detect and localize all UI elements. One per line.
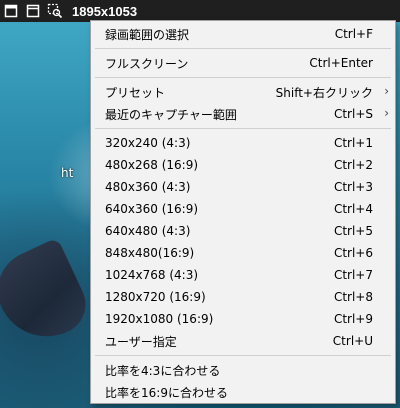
menu-item-shortcut: Ctrl+F: [334, 27, 373, 41]
menu-item-label: 1024x768 (4:3): [105, 268, 199, 282]
menu-item-label: フルスクリーン: [105, 56, 189, 71]
menu-item-label: 録画範囲の選択: [105, 27, 190, 42]
menu-item-label: 480x360 (4:3): [105, 180, 191, 194]
chevron-right-icon: ›: [384, 106, 389, 120]
menu-item-label: 640x480 (4:3): [105, 224, 191, 238]
menu-item-size-1280x720[interactable]: 1280x720 (16:9) Ctrl+8: [91, 286, 395, 308]
menu-item-size-480x268[interactable]: 480x268 (16:9) Ctrl+2: [91, 154, 395, 176]
menu-item-label: 320x240 (4:3): [105, 136, 191, 150]
menu-item-shortcut: Ctrl+Enter: [309, 56, 373, 70]
capture-area-menu: 録画範囲の選択 Ctrl+F フルスクリーン Ctrl+Enter プリセット …: [90, 20, 396, 404]
chevron-right-icon: ›: [384, 84, 389, 98]
menu-item-recent-areas[interactable]: 最近のキャプチャー範囲 Ctrl+S ›: [91, 103, 395, 125]
menu-item-label: 1280x720 (16:9): [105, 290, 206, 304]
menu-separator: [95, 48, 391, 49]
menu-item-shortcut: Ctrl+4: [333, 202, 373, 216]
menu-separator: [95, 77, 391, 78]
menu-item-shortcut: Ctrl+6: [333, 246, 373, 260]
menu-item-shortcut: Ctrl+9: [333, 312, 373, 326]
menu-item-label: 640x360 (16:9): [105, 202, 199, 216]
menu-separator: [95, 355, 391, 356]
menu-item-custom-size[interactable]: ユーザー指定 Ctrl+U: [91, 330, 395, 352]
menu-item-label: プリセット: [105, 85, 166, 100]
menu-item-label: 比率を4:3に合わせる: [105, 363, 221, 378]
menu-item-presets[interactable]: プリセット Shift+右クリック ›: [91, 81, 395, 103]
menu-item-shortcut: Shift+右クリック: [275, 85, 373, 100]
menu-item-fullscreen[interactable]: フルスクリーン Ctrl+Enter: [91, 52, 395, 74]
menu-item-size-480x360[interactable]: 480x360 (4:3) Ctrl+3: [91, 176, 395, 198]
menu-item-size-848x480[interactable]: 848x480(16:9) Ctrl+6: [91, 242, 395, 264]
menu-item-size-640x480[interactable]: 640x480 (4:3) Ctrl+5: [91, 220, 395, 242]
menu-item-fit-4-3[interactable]: 比率を4:3に合わせる: [91, 359, 395, 381]
capture-size-title: 1895x1053: [72, 3, 138, 19]
menu-item-fit-16-9[interactable]: 比率を16:9に合わせる: [91, 381, 395, 403]
background-partial-text: ht: [61, 166, 74, 180]
menu-item-shortcut: Ctrl+3: [333, 180, 373, 194]
menu-item-shortcut: Ctrl+S: [333, 107, 373, 121]
menu-item-label: ユーザー指定: [105, 334, 177, 349]
menu-item-select-area[interactable]: 録画範囲の選択 Ctrl+F: [91, 23, 395, 45]
window-icon[interactable]: [22, 0, 44, 22]
fullscreen-icon[interactable]: [0, 0, 22, 22]
menu-item-shortcut: Ctrl+8: [333, 290, 373, 304]
menu-item-size-320x240[interactable]: 320x240 (4:3) Ctrl+1: [91, 132, 395, 154]
region-select-icon[interactable]: [44, 0, 66, 22]
menu-item-shortcut: Ctrl+U: [332, 334, 373, 348]
menu-item-size-1920x1080[interactable]: 1920x1080 (16:9) Ctrl+9: [91, 308, 395, 330]
menu-item-size-1024x768[interactable]: 1024x768 (4:3) Ctrl+7: [91, 264, 395, 286]
menu-item-shortcut: Ctrl+5: [333, 224, 373, 238]
menu-item-shortcut: Ctrl+2: [333, 158, 373, 172]
menu-item-label: 848x480(16:9): [105, 246, 195, 260]
menu-item-label: 最近のキャプチャー範囲: [105, 107, 237, 122]
menu-item-size-640x360[interactable]: 640x360 (16:9) Ctrl+4: [91, 198, 395, 220]
menu-item-label: 1920x1080 (16:9): [105, 312, 214, 326]
menu-item-label: 480x268 (16:9): [105, 158, 199, 172]
menu-item-shortcut: Ctrl+7: [333, 268, 373, 282]
menu-separator: [95, 128, 391, 129]
menu-item-label: 比率を16:9に合わせる: [105, 385, 228, 400]
capture-toolbar: 1895x1053: [0, 0, 400, 22]
menu-item-shortcut: Ctrl+1: [333, 136, 373, 150]
